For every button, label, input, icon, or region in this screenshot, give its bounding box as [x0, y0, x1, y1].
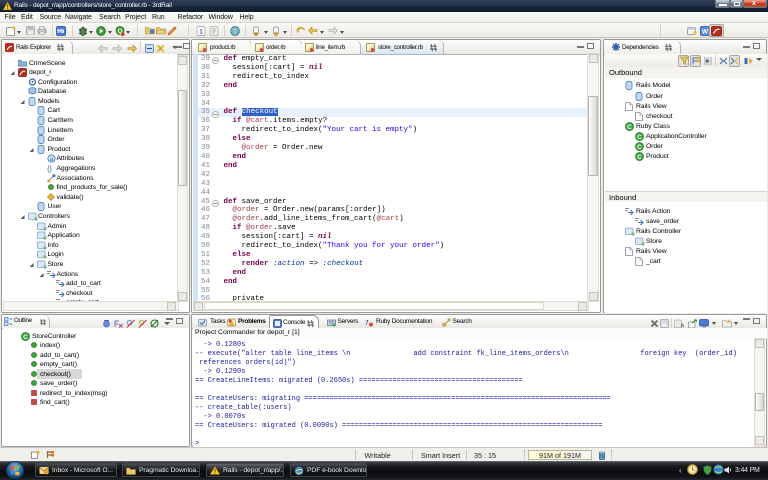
- svg-text:{}: {}: [47, 164, 53, 173]
- svg-text:W: W: [702, 29, 709, 36]
- svg-text:!: !: [7, 5, 9, 10]
- svg-text:?: ?: [365, 319, 369, 327]
- svg-text:C: C: [23, 334, 28, 341]
- svg-text:N: N: [681, 323, 684, 328]
- svg-text:!: !: [214, 470, 216, 476]
- svg-text:C: C: [627, 124, 632, 131]
- svg-text:C: C: [637, 154, 642, 161]
- svg-text:1: 1: [199, 29, 203, 36]
- svg-text:C: C: [637, 144, 642, 151]
- svg-text:C: C: [637, 134, 642, 141]
